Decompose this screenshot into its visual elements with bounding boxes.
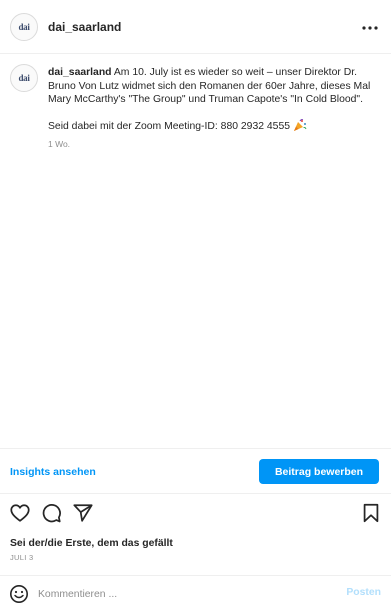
view-insights-link[interactable]: Insights ansehen: [10, 466, 96, 478]
post-comment-button[interactable]: Posten: [335, 587, 381, 598]
heart-icon[interactable]: [9, 502, 31, 524]
caption-avatar[interactable]: dai: [10, 64, 38, 92]
action-bar: [0, 502, 391, 528]
comment-bubble-icon[interactable]: [40, 502, 62, 524]
party-popper-icon: [293, 118, 307, 131]
post-date: JULI 3: [10, 553, 34, 562]
profile-avatar[interactable]: dai: [10, 13, 38, 41]
zoom-meeting-text: Seid dabei mit der Zoom Meeting-ID: 880 …: [48, 120, 291, 132]
insights-bar: Insights ansehen Beitrag bewerben: [0, 448, 391, 494]
caption-zoom-line: Seid dabei mit der Zoom Meeting-ID: 880 …: [48, 118, 378, 134]
caption: dai_saarland Am 10. July ist es wieder s…: [48, 66, 378, 152]
comment-input[interactable]: [38, 584, 323, 604]
caption-text-line: dai_saarland Am 10. July ist es wieder s…: [48, 66, 378, 107]
post-header: dai dai_saarland: [0, 0, 391, 54]
likes-text[interactable]: Sei der/die Erste, dem das gefällt: [10, 538, 173, 549]
post-time: 1 Wo.: [48, 139, 71, 149]
header-username[interactable]: dai_saarland: [48, 20, 121, 34]
promote-post-button[interactable]: Beitrag bewerben: [259, 459, 379, 484]
paper-plane-icon[interactable]: [72, 502, 94, 524]
more-horizontal-icon[interactable]: [360, 18, 380, 38]
smiley-icon[interactable]: [9, 584, 29, 604]
caption-username[interactable]: dai_saarland: [48, 67, 112, 78]
comment-bar: Posten: [0, 575, 391, 612]
bookmark-icon[interactable]: [360, 502, 382, 524]
